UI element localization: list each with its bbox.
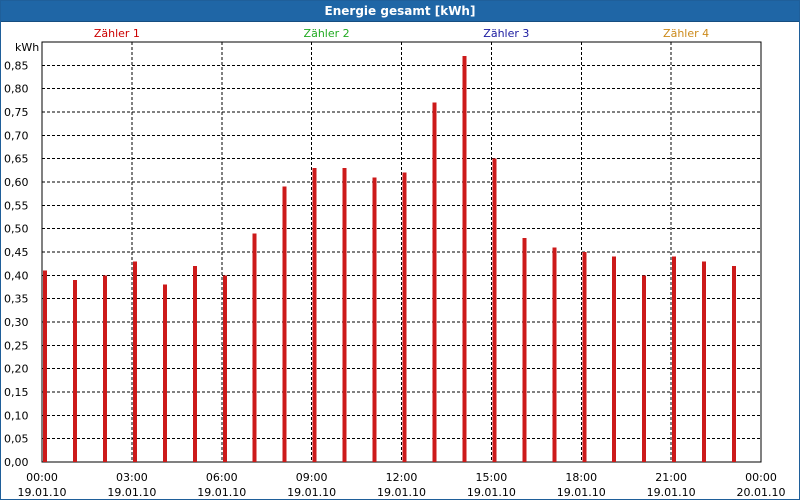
x-tick-date-label: 19.01.10 [377,486,426,499]
x-tick-time-label: 15:00 [476,471,508,484]
bar [222,275,227,462]
y-tick-label: 0,00 [4,456,29,469]
bar [552,247,557,462]
y-tick-label: 0,35 [4,293,29,306]
y-tick-label: 0,10 [4,409,29,422]
bar [192,266,197,462]
y-tick-label: 0,55 [4,199,29,212]
x-tick-time-label: 18:00 [565,471,597,484]
bar [132,261,137,462]
chart-window: Energie gesamt [kWh] 0,00 0,05 0,10 0,15 0,2… [0,0,800,500]
x-tick-time-label: 09:00 [296,471,328,484]
bar [462,56,467,462]
bar [492,158,497,462]
y-tick-label: 0,65 [4,153,29,166]
bar [402,172,407,462]
bar [102,275,107,462]
x-tick-time-label: 21:00 [655,471,687,484]
bar [672,256,677,462]
bar [312,168,317,462]
x-tick-time-label: 12:00 [386,471,418,484]
x-tick-date-label: 19.01.10 [647,486,696,499]
y-tick-label: 0,40 [4,269,29,282]
y-tick-label: 0,15 [4,386,29,399]
x-tick-date-label: 19.01.10 [107,486,156,499]
y-tick-label: 0,30 [4,316,29,329]
bar [342,168,347,462]
bar [612,256,617,462]
bar [432,102,437,463]
y-tick-label: 0,20 [4,363,29,376]
bar [162,284,167,462]
x-tick-date-label: 19.01.10 [287,486,336,499]
bar [522,238,527,462]
bar [43,270,47,462]
bar [252,233,257,462]
x-tick-time-label: 06:00 [206,471,238,484]
x-tick-date-label: 19.01.10 [18,486,67,499]
x-tick-date-label: 20.01.10 [737,486,786,499]
bar [372,177,377,463]
y-tick-label: 0,50 [4,223,29,236]
y-tick-label: 0,60 [4,176,29,189]
x-tick-time-label: 00:00 [26,471,58,484]
y-tick-label: 0,85 [4,59,29,72]
y-tick-label: 0,75 [4,106,29,119]
x-tick-date-label: 19.01.10 [557,486,606,499]
y-tick-label: 0,70 [4,129,29,142]
bar [282,186,287,462]
x-tick-date-label: 19.01.10 [467,486,516,499]
energy-chart: 0,00 0,05 0,10 0,15 0,20 0,25 0,30 0,35 0,40 0,45… [4,27,786,499]
y-tick-label: 0,05 [4,433,29,446]
bar [72,280,77,462]
bar [642,275,647,462]
y-tick-label: 0,45 [4,246,29,259]
y-axis-label: kWh [15,41,39,54]
bar [582,252,587,462]
legend-item: Zähler 2 [304,27,350,40]
legend-item: Zähler 4 [663,27,709,40]
x-tick-time-label: 03:00 [116,471,148,484]
bar [732,266,737,462]
x-tick-date-label: 19.01.10 [197,486,246,499]
legend-item: Zähler 1 [94,27,140,40]
legend-item: Zähler 3 [483,27,529,40]
y-tick-label: 0,25 [4,339,29,352]
y-tick-label: 0,80 [4,83,29,96]
x-tick-time-label: 00:00 [745,471,777,484]
bar [702,261,707,462]
